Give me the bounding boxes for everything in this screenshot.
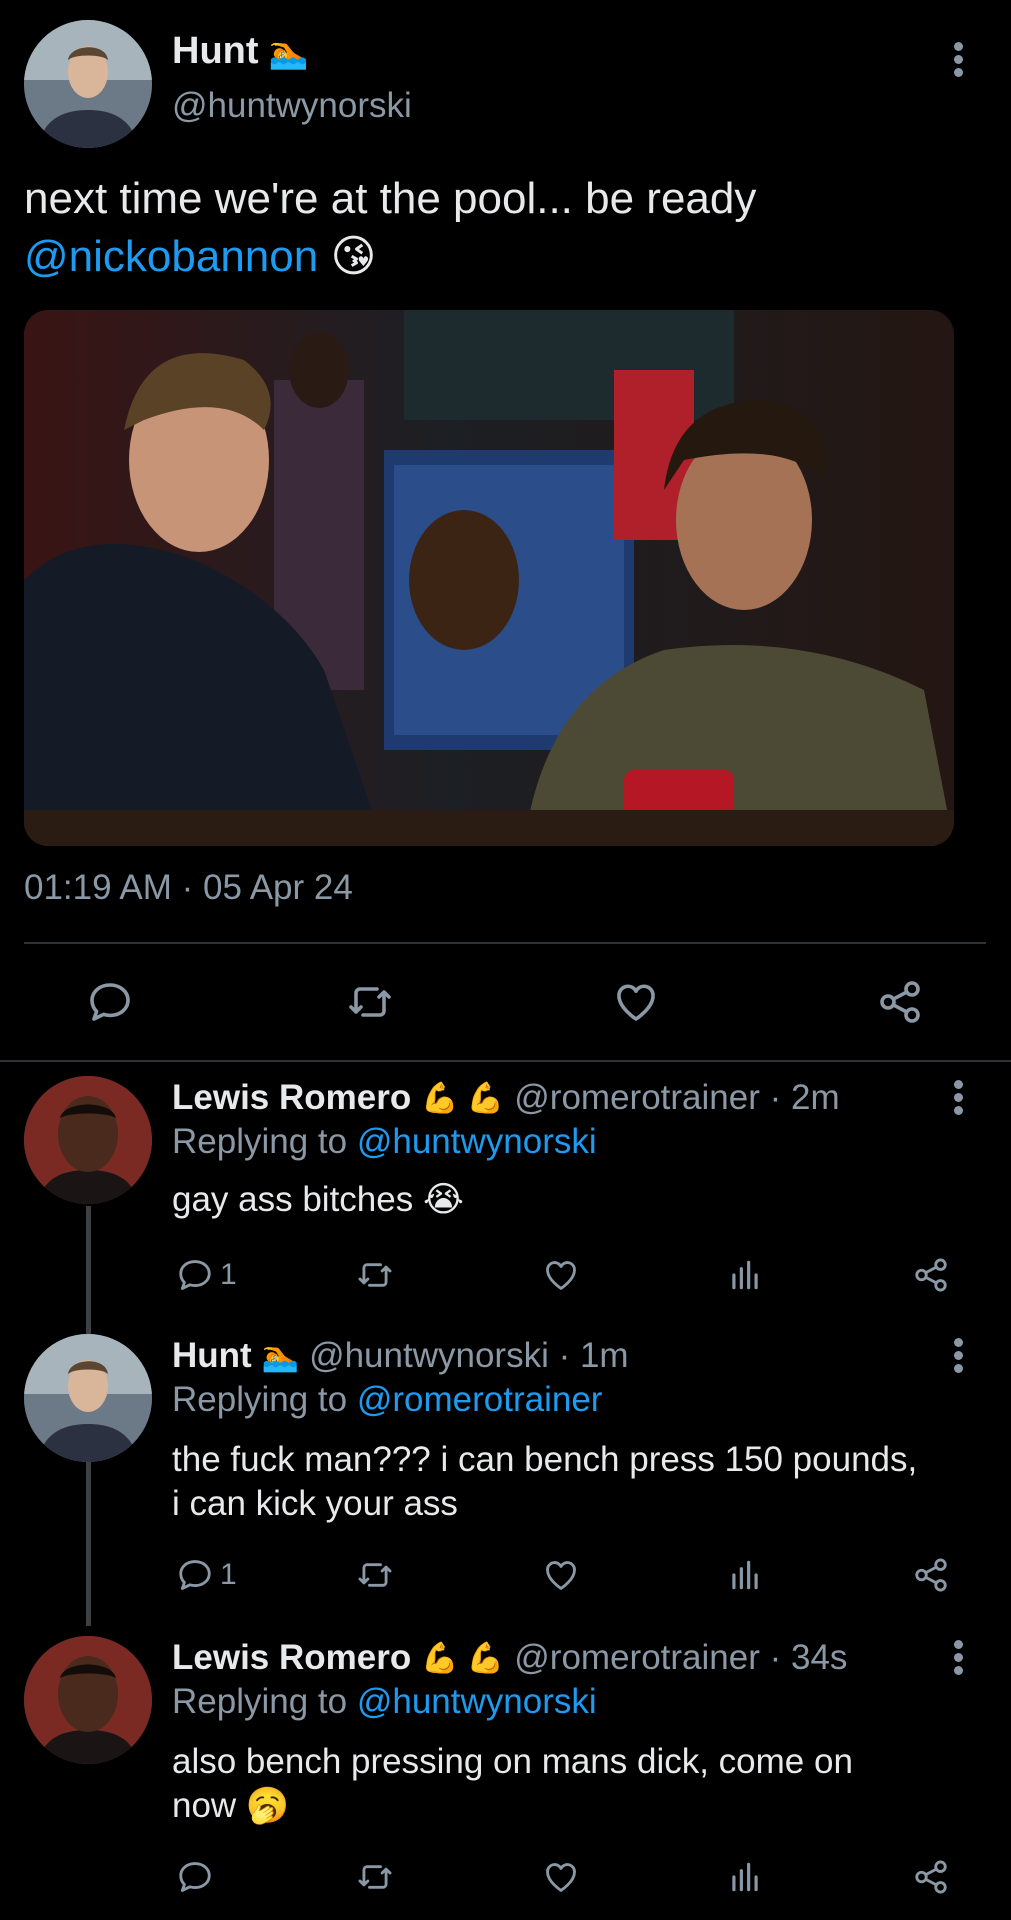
swimmer-emoji: 🏊 (268, 33, 309, 70)
retweet-icon[interactable] (356, 1556, 394, 1594)
reply-text-line: gay ass bitches 😭 (172, 1180, 464, 1219)
handle-time[interactable]: @romerotrainer · 2m (514, 1078, 839, 1118)
retweet-icon[interactable] (346, 978, 394, 1026)
reply-text: gay ass bitches 😭 (172, 1178, 464, 1222)
swimmer-emoji: 🏊 (261, 1339, 300, 1373)
flexed-biceps-emoji: 💪 💪 (421, 1641, 505, 1675)
kiss-emoji: 😘 (330, 232, 377, 281)
reply-icon[interactable] (176, 1556, 214, 1594)
tweet-timestamp: 01:19 AM · 05 Apr 24 (24, 868, 353, 907)
more-icon[interactable] (946, 1076, 970, 1122)
more-icon[interactable] (946, 38, 970, 84)
analytics-icon[interactable] (726, 1256, 764, 1294)
author-handle[interactable]: @huntwynorski (172, 86, 412, 126)
tweet-text-line: next time we're at the pool... be ready (24, 174, 757, 223)
reply-count: 1 (220, 1558, 237, 1591)
share-icon[interactable] (876, 978, 924, 1026)
reply-text-line: also bench pressing on mans dick, come o… (172, 1742, 853, 1781)
replying-to-mention[interactable]: @romerotrainer (357, 1380, 603, 1419)
share-icon[interactable] (912, 1556, 950, 1594)
mention-link[interactable]: @nickobannon (24, 232, 318, 281)
reply-text-line: now 🥱 (172, 1786, 290, 1825)
reply-count: 1 (220, 1258, 237, 1291)
avatar[interactable] (24, 20, 152, 148)
like-icon[interactable] (542, 1256, 580, 1294)
reply-icon[interactable] (176, 1858, 214, 1896)
like-icon[interactable] (612, 978, 660, 1026)
author-name[interactable]: Lewis Romero (172, 1638, 411, 1678)
author-name[interactable]: Lewis Romero (172, 1078, 411, 1118)
handle-time[interactable]: @huntwynorski · 1m (309, 1336, 629, 1376)
tweet-media[interactable] (24, 310, 954, 846)
divider (24, 942, 986, 944)
reply-text: the fuck man??? i can bench press 150 po… (172, 1438, 917, 1526)
reply-icon[interactable] (176, 1256, 214, 1294)
replying-to-mention[interactable]: @huntwynorski (357, 1122, 597, 1161)
analytics-icon[interactable] (726, 1556, 764, 1594)
like-icon[interactable] (542, 1556, 580, 1594)
avatar[interactable] (24, 1636, 152, 1764)
replying-to-label: Replying to (172, 1682, 348, 1721)
flexed-biceps-emoji: 💪 💪 (421, 1081, 505, 1115)
handle-time[interactable]: @romerotrainer · 34s (514, 1638, 847, 1678)
retweet-icon[interactable] (356, 1858, 394, 1896)
replying-to-mention[interactable]: @huntwynorski (357, 1682, 597, 1721)
reply-text-line: i can kick your ass (172, 1484, 458, 1523)
reply-icon[interactable] (86, 978, 134, 1026)
share-icon[interactable] (912, 1256, 950, 1294)
retweet-icon[interactable] (356, 1256, 394, 1294)
more-icon[interactable] (946, 1636, 970, 1682)
reply-text-line: the fuck man??? i can bench press 150 po… (172, 1440, 918, 1479)
author-name[interactable]: Hunt (172, 30, 259, 73)
like-icon[interactable] (542, 1858, 580, 1896)
tweet-text: next time we're at the pool... be ready … (24, 170, 984, 286)
more-icon[interactable] (946, 1334, 970, 1380)
analytics-icon[interactable] (726, 1858, 764, 1896)
replying-to-label: Replying to (172, 1380, 348, 1419)
avatar[interactable] (24, 1334, 152, 1462)
section-divider (0, 1060, 1011, 1062)
replying-to-label: Replying to (172, 1122, 348, 1161)
reply-text: also bench pressing on mans dick, come o… (172, 1740, 853, 1828)
avatar[interactable] (24, 1076, 152, 1204)
share-icon[interactable] (912, 1858, 950, 1896)
author-name[interactable]: Hunt (172, 1336, 252, 1376)
